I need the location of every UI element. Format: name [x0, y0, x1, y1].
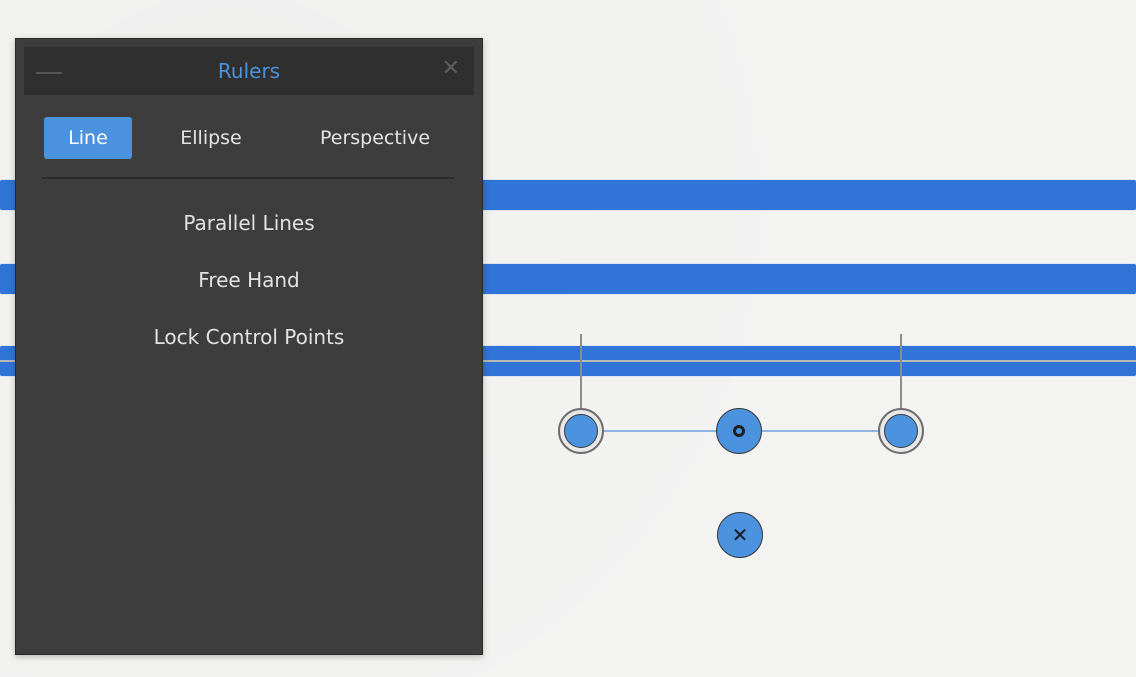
- ruler-endpoint-handle-right[interactable]: [878, 408, 924, 454]
- divider: [42, 177, 454, 179]
- delete-ruler-button[interactable]: ✕: [717, 512, 763, 558]
- center-handle-icon: [733, 425, 745, 437]
- close-icon[interactable]: ✕: [442, 57, 460, 81]
- endpoint-handle-fill: [564, 414, 598, 448]
- tab-ellipse[interactable]: Ellipse: [156, 117, 266, 159]
- ruler-tick: [900, 334, 902, 410]
- option-parallel-lines[interactable]: Parallel Lines: [16, 211, 482, 235]
- ruler-endpoint-handle-left[interactable]: [558, 408, 604, 454]
- panel-title: Rulers: [217, 59, 281, 83]
- ruler-center-handle[interactable]: [716, 408, 762, 454]
- delete-ruler-icon: ✕: [731, 523, 749, 547]
- rulers-panel: Rulers ✕ Line Ellipse Perspective Parall…: [15, 38, 483, 655]
- option-lock-control-points[interactable]: Lock Control Points: [16, 325, 482, 349]
- tab-line[interactable]: Line: [44, 117, 132, 159]
- ruler-type-tabs: Line Ellipse Perspective: [44, 117, 464, 161]
- panel-titlebar[interactable]: Rulers ✕: [24, 47, 474, 95]
- ruler-tick: [580, 334, 582, 410]
- endpoint-handle-fill: [884, 414, 918, 448]
- option-free-hand[interactable]: Free Hand: [16, 268, 482, 292]
- tab-perspective[interactable]: Perspective: [294, 117, 456, 159]
